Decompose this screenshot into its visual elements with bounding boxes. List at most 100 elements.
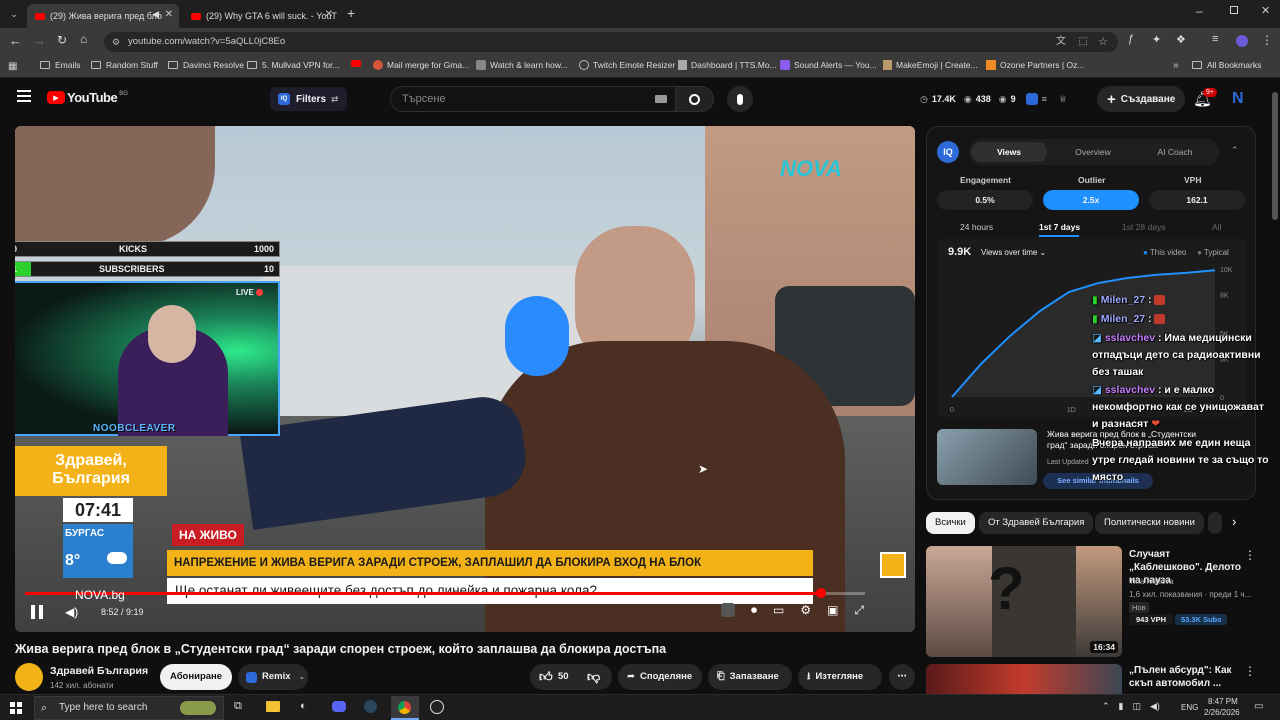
more-actions-button[interactable]: ⋯ xyxy=(889,664,915,690)
bookmark-item[interactable]: MakeEmoji | Create... xyxy=(883,60,978,70)
search-input[interactable]: Търсене xyxy=(390,86,676,112)
profile-avatar[interactable] xyxy=(1236,35,1248,47)
range-all[interactable]: All xyxy=(1212,222,1221,232)
clock-time[interactable]: 8:47 PM xyxy=(1208,697,1238,706)
notification-center-icon[interactable]: ▭ xyxy=(1254,701,1263,712)
bookmark-item[interactable]: Sound Alerts — You... xyxy=(780,60,877,70)
media-icon[interactable]: ≡ xyxy=(1212,33,1218,45)
bookmark-item[interactable]: Twitch Emote Resizer xyxy=(579,60,675,70)
obs-icon[interactable] xyxy=(430,700,444,714)
vidiq-stats[interactable]: ◷ 17.4K ◉ 438 ◉ 9 ≡ ♕ xyxy=(920,93,1067,105)
reload-icon[interactable]: ↻ xyxy=(57,33,67,47)
settings-gear-icon[interactable]: ⚙ xyxy=(800,603,811,618)
save-button[interactable]: ⎗ Запазване xyxy=(708,664,792,690)
create-button[interactable]: + Създаване xyxy=(1097,86,1186,112)
close-tab-icon[interactable]: ✕ xyxy=(325,9,333,20)
remix-button[interactable]: Remix ⌄ xyxy=(238,664,308,690)
share-button[interactable]: ➦ Споделяне xyxy=(618,664,702,690)
tab-overview[interactable]: Overview xyxy=(1055,142,1131,162)
extensions-puzzle-icon[interactable]: ❖ xyxy=(1176,33,1186,46)
steam-icon[interactable] xyxy=(364,700,377,713)
translate-icon[interactable]: 文 xyxy=(1056,32,1066,52)
back-icon[interactable]: ← xyxy=(9,33,22,48)
minimize-icon[interactable]: – xyxy=(1196,4,1203,18)
tab-other[interactable]: (29) Why GTA 6 will suck. - YouT ✕ xyxy=(183,4,339,28)
home-icon[interactable]: ⌂ xyxy=(80,32,87,46)
search-button[interactable] xyxy=(676,86,714,112)
audio-icon[interactable]: ◀ xyxy=(152,9,159,20)
theater-mode-icon[interactable]: ▣ xyxy=(827,603,838,618)
bookmark-item[interactable]: Random Stuff xyxy=(91,60,158,70)
network-icon[interactable]: ◫ xyxy=(1133,701,1142,712)
chip-from-channel[interactable]: От Здравей България xyxy=(979,512,1094,534)
subtitles-icon[interactable]: ▭ xyxy=(773,603,784,618)
task-view-icon[interactable]: ⧉ xyxy=(234,700,242,713)
language-indicator[interactable]: ENG xyxy=(1181,703,1198,712)
close-window-icon[interactable]: ✕ xyxy=(1261,4,1270,17)
page-scrollbar[interactable] xyxy=(1272,92,1278,220)
chip-more[interactable] xyxy=(1208,512,1222,534)
voice-search-button[interactable] xyxy=(727,86,753,112)
apps-icon[interactable]: ▦ xyxy=(8,61,17,72)
autoplay-toggle-icon[interactable]: ⏺ xyxy=(751,603,757,618)
bookmark-item[interactable]: Emails xyxy=(40,60,81,70)
video-player[interactable]: NOVA 0 KICKS 1000 1 SUBSCRIBERS 10 LIVE … xyxy=(15,126,915,632)
account-avatar[interactable]: N xyxy=(1232,90,1248,108)
bookmark-item[interactable]: Dashboard | TTS.Mo... xyxy=(678,60,777,70)
chevron-up-icon[interactable]: ⌃ xyxy=(1102,701,1110,712)
like-button[interactable]: 👍︎ xyxy=(539,664,553,690)
chips-next-icon[interactable]: › xyxy=(1232,514,1236,529)
download-button[interactable]: ⭳ Изтегляне xyxy=(798,664,882,690)
extension-icon[interactable]: ✦ xyxy=(1152,33,1161,46)
tab-search-icon[interactable]: ⌄ xyxy=(6,6,22,22)
filters-button[interactable]: IQ Filters ⇄ xyxy=(270,87,347,111)
forward-icon[interactable]: → xyxy=(33,33,46,48)
bookmark-item[interactable]: Davinci Resolve xyxy=(168,60,244,70)
close-tab-icon[interactable]: ✕ xyxy=(165,9,173,20)
file-explorer-icon[interactable] xyxy=(266,701,280,712)
extension-icon[interactable]: ƒ xyxy=(1128,33,1134,45)
keyboard-icon[interactable] xyxy=(655,95,667,103)
taskbar-search[interactable]: ⌕ Type here to search xyxy=(34,696,224,720)
chip-all[interactable]: Всички xyxy=(926,512,975,534)
range-24h[interactable]: 24 hours xyxy=(960,222,993,232)
dislike-button[interactable]: 👎︎ xyxy=(587,664,600,690)
all-bookmarks[interactable]: All Bookmarks xyxy=(1192,60,1261,70)
bookmark-item[interactable]: Watch & learn how... xyxy=(476,60,568,70)
rec-channel[interactable]: Tina Ivailova xyxy=(1129,577,1174,586)
bookmark-item[interactable]: Mail merge for Gma... xyxy=(373,60,469,70)
youtube-logo[interactable]: ▶ YouTube BG xyxy=(47,90,128,105)
more-bookmarks-icon[interactable]: » xyxy=(1173,60,1179,71)
range-28-days[interactable]: 1st 28 days xyxy=(1122,222,1165,232)
bookmark-item[interactable] xyxy=(351,60,366,67)
microphone-tray-icon[interactable]: ▮ xyxy=(1119,701,1124,712)
windows-start-icon[interactable] xyxy=(10,702,22,714)
similar-thumbnail[interactable] xyxy=(937,429,1037,485)
chip-politics[interactable]: Политически новини xyxy=(1095,512,1204,534)
install-icon[interactable]: ⬚ xyxy=(1079,32,1088,52)
hamburger-menu-icon[interactable] xyxy=(17,90,31,102)
volume-button[interactable]: ◀) xyxy=(65,605,78,619)
bookmark-item[interactable]: Ozone Partners | Oz... xyxy=(986,60,1084,70)
rec-title[interactable]: „Пълен абсурд": Как скъп автомобил ... xyxy=(1129,664,1241,690)
progress-track[interactable] xyxy=(25,592,865,595)
new-tab-icon[interactable]: + xyxy=(347,5,355,21)
rec-menu-icon[interactable]: ⋮ xyxy=(1244,664,1256,678)
bookmark-star-icon[interactable]: ☆ xyxy=(1098,32,1108,52)
channel-avatar[interactable] xyxy=(15,663,43,691)
rec-thumbnail[interactable] xyxy=(926,664,1122,694)
range-7-days[interactable]: 1st 7 days xyxy=(1039,222,1080,232)
bookmark-item[interactable]: 5. Mullvad VPN for... xyxy=(247,60,339,70)
subscribe-button[interactable]: Абониране xyxy=(160,664,232,690)
app-icon[interactable]: ◐ xyxy=(300,700,307,712)
fullscreen-icon[interactable]: ⤢ xyxy=(854,603,864,618)
clock-date[interactable]: 2/26/2026 xyxy=(1204,708,1240,717)
rec-menu-icon[interactable]: ⋮ xyxy=(1244,548,1256,562)
chrome-icon[interactable] xyxy=(391,696,419,720)
site-info-icon[interactable]: ⚙ xyxy=(112,32,120,52)
discord-icon[interactable] xyxy=(332,701,346,712)
channel-name[interactable]: Здравей България xyxy=(50,665,148,677)
collapse-chevron-icon[interactable]: ⌃ xyxy=(1231,145,1239,156)
maximize-icon[interactable] xyxy=(1230,6,1238,14)
iq-player-icon[interactable] xyxy=(721,603,735,617)
